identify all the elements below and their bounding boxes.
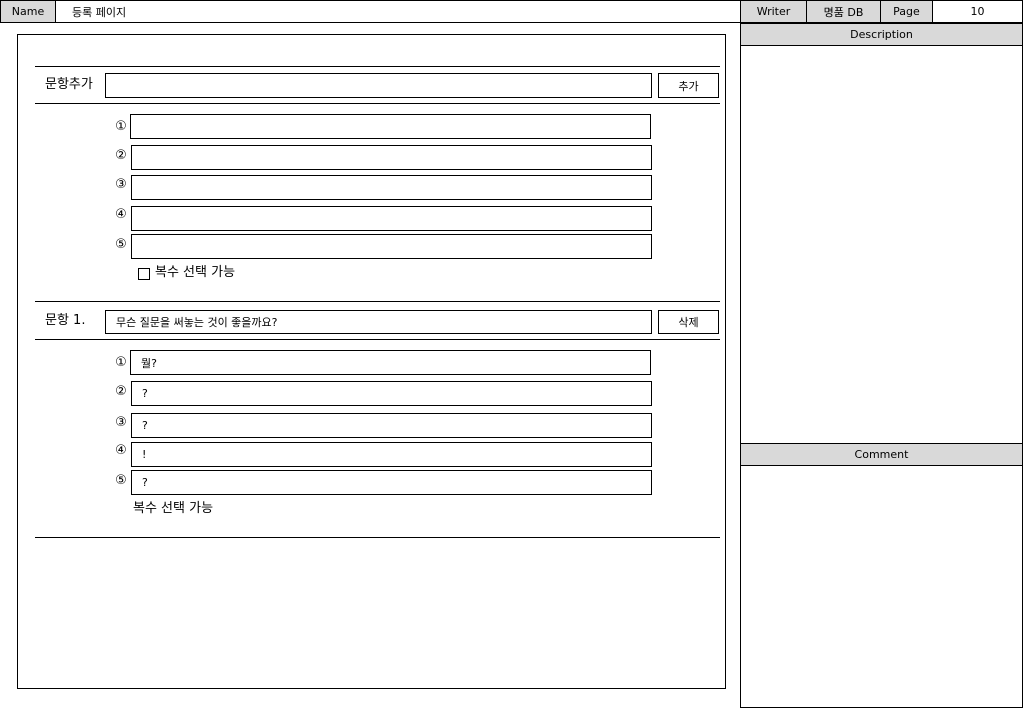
option-number: ①	[115, 355, 127, 370]
page-name: 등록 페이지	[55, 0, 741, 23]
writer-label: Writer	[740, 0, 807, 23]
divider	[35, 301, 720, 302]
multi-select-checkbox[interactable]	[138, 268, 150, 280]
option-number: ⑤	[115, 473, 127, 488]
new-option-input-1[interactable]	[130, 114, 651, 139]
new-option-input-4[interactable]	[131, 206, 652, 231]
page-number: 10	[932, 0, 1023, 23]
name-label: Name	[0, 0, 56, 23]
option-number: ③	[115, 415, 127, 430]
option-number: ⑤	[115, 237, 127, 252]
option-number: ③	[115, 177, 127, 192]
right-panel	[740, 23, 1023, 708]
divider	[35, 339, 720, 340]
option-number: ④	[115, 443, 127, 458]
description-header: Description	[740, 23, 1023, 46]
question-option-1[interactable]: 뭘?	[130, 350, 651, 375]
multi-select-label: 복수 선택 가능	[155, 265, 236, 280]
question-text-field[interactable]: 무슨 질문을 써놓는 것이 좋을까요?	[105, 310, 652, 334]
option-number: ①	[115, 119, 127, 134]
question-option-5[interactable]: ?	[131, 470, 652, 495]
writer-value: 명품 DB	[806, 0, 881, 23]
divider	[35, 103, 720, 104]
question-label: 문항 1.	[45, 313, 86, 328]
add-question-label: 문항추가	[45, 77, 93, 92]
question-option-3[interactable]: ?	[131, 413, 652, 438]
multi-select-text: 복수 선택 가능	[133, 501, 214, 516]
add-button[interactable]: 추가	[658, 73, 719, 98]
option-number: ②	[115, 384, 127, 399]
new-option-input-2[interactable]	[131, 145, 652, 170]
question-option-4[interactable]: !	[131, 442, 652, 467]
page-label: Page	[880, 0, 933, 23]
comment-header: Comment	[740, 443, 1023, 466]
new-option-input-3[interactable]	[131, 175, 652, 200]
new-option-input-5[interactable]	[131, 234, 652, 259]
divider	[35, 66, 720, 67]
add-question-input[interactable]	[105, 73, 652, 98]
option-number: ④	[115, 207, 127, 222]
delete-button[interactable]: 삭제	[658, 310, 719, 334]
divider	[35, 537, 720, 538]
option-number: ②	[115, 148, 127, 163]
question-option-2[interactable]: ?	[131, 381, 652, 406]
